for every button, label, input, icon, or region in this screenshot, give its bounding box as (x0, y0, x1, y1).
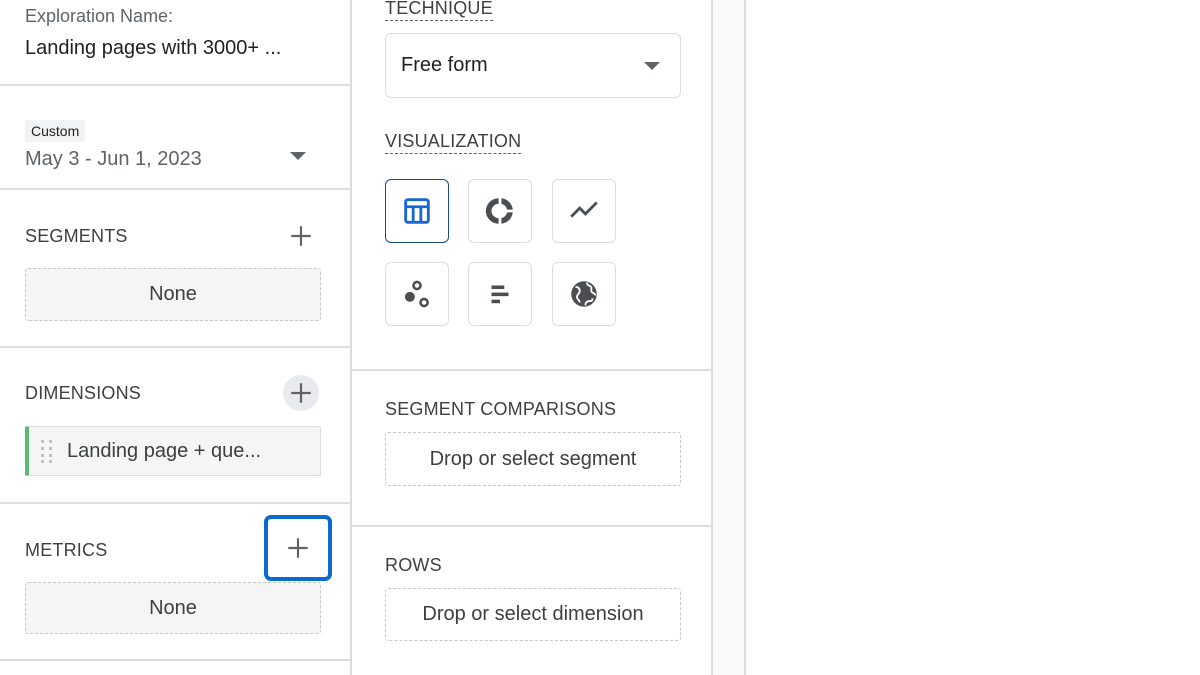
geo-map-icon (571, 281, 597, 307)
dimensions-title: DIMENSIONS (25, 383, 142, 403)
divider (0, 502, 350, 504)
plus-icon (288, 538, 308, 558)
visualization-geo-button[interactable] (552, 262, 616, 326)
exploration-name[interactable]: Landing pages with 3000+ ... (25, 37, 281, 60)
drag-handle-icon[interactable] (40, 438, 54, 464)
donut-chart-icon (485, 198, 513, 224)
dimension-label: Landing page + que... (67, 439, 262, 462)
add-metric-button[interactable] (264, 515, 332, 581)
tab-settings-panel: TECHNIQUE Free form VISUALIZATION SEGMEN… (352, 0, 713, 675)
visualization-line-button[interactable] (552, 179, 616, 243)
exploration-name-label: Exploration Name: (25, 6, 174, 26)
canvas-area (747, 0, 1200, 675)
line-chart-icon (570, 201, 598, 218)
plus-icon (291, 226, 311, 246)
date-dropdown-icon[interactable] (290, 152, 306, 160)
bar-chart-icon (491, 285, 509, 304)
segments-drop-zone[interactable]: None (25, 268, 321, 321)
add-dimension-button[interactable] (283, 375, 319, 411)
divider (0, 188, 350, 190)
segment-comparisons-drop-zone[interactable]: Drop or select segment (385, 432, 681, 486)
add-segment-button[interactable] (283, 218, 319, 254)
visualization-title: VISUALIZATION (385, 131, 522, 154)
segments-title: SEGMENTS (25, 226, 128, 246)
visualization-bar-button[interactable] (468, 262, 532, 326)
divider (0, 84, 350, 86)
scatter-plot-icon (404, 280, 429, 308)
divider (352, 525, 711, 527)
plus-icon (291, 383, 311, 403)
rows-title: ROWS (385, 555, 442, 575)
visualization-donut-button[interactable] (468, 179, 532, 243)
metrics-drop-zone[interactable]: None (25, 582, 321, 634)
technique-select[interactable]: Free form (385, 33, 681, 98)
divider (0, 346, 350, 348)
technique-value: Free form (401, 54, 488, 76)
dimension-chip[interactable]: Landing page + que... (25, 426, 321, 476)
dropdown-arrow-icon (644, 61, 660, 70)
visualization-table-button[interactable] (385, 179, 449, 243)
divider (0, 659, 350, 661)
visualization-scatter-button[interactable] (385, 262, 449, 326)
technique-title: TECHNIQUE (385, 0, 493, 21)
table-icon (404, 198, 430, 224)
date-badge: Custom (25, 120, 86, 142)
segment-comparisons-title: SEGMENT COMPARISONS (385, 399, 617, 419)
panel-separator (713, 0, 746, 675)
date-range[interactable]: May 3 - Jun 1, 2023 (25, 148, 202, 171)
rows-drop-zone[interactable]: Drop or select dimension (385, 588, 681, 641)
divider (352, 369, 711, 371)
metrics-title: METRICS (25, 540, 108, 560)
variables-panel: Exploration Name: Landing pages with 300… (0, 0, 352, 675)
